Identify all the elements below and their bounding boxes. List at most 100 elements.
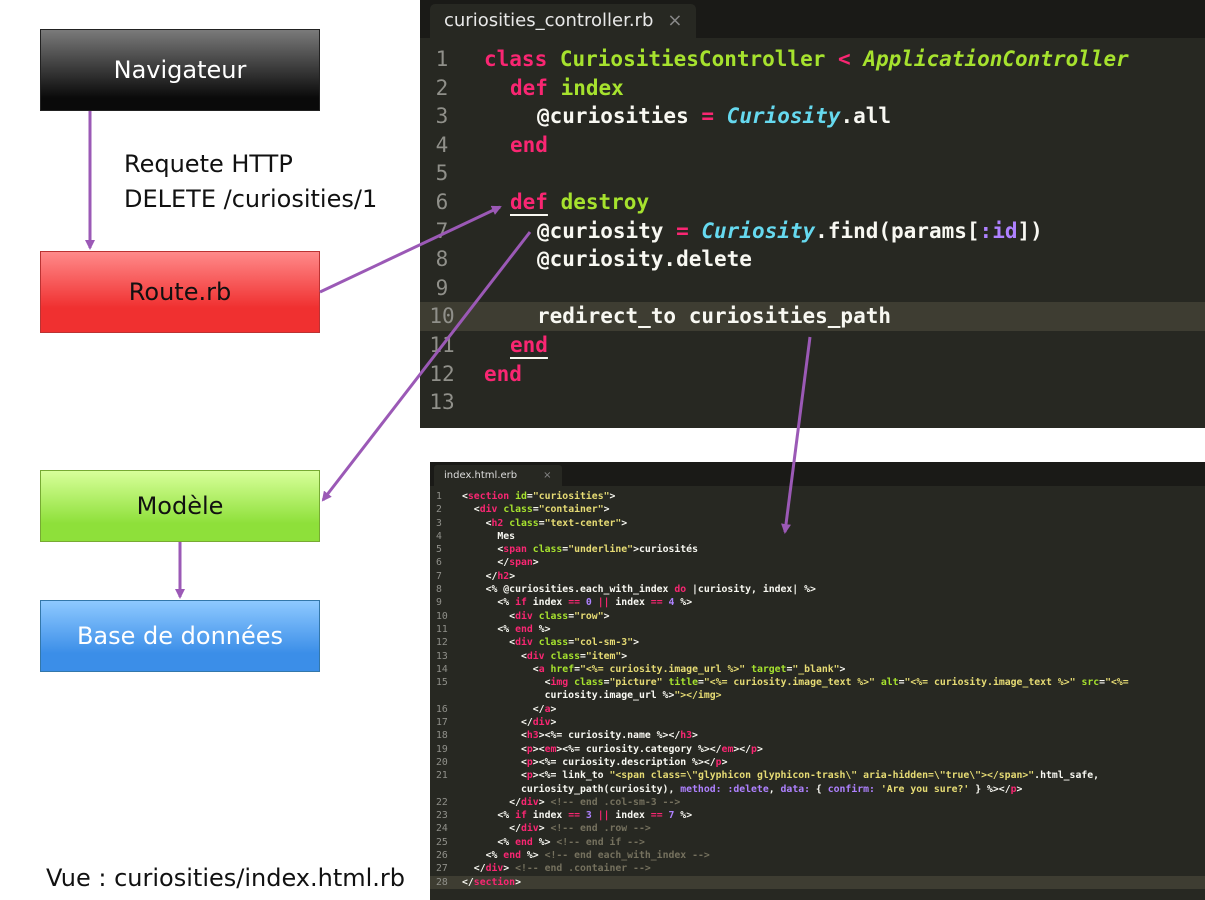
line-number: 26 xyxy=(436,850,448,862)
close-icon[interactable]: × xyxy=(543,470,551,481)
line-number: 11 xyxy=(436,623,448,635)
code-token: @curiosities xyxy=(537,104,702,129)
code-line: 24 </div> <!-- end .row --> xyxy=(430,822,1205,835)
code-line: 11 end xyxy=(420,331,1205,360)
code-token: < xyxy=(838,47,851,71)
code-text: </div> <!-- end .row --> xyxy=(462,823,651,835)
code-line: 6 </span> xyxy=(430,556,1205,569)
code-line: 28 </section> xyxy=(430,875,1205,889)
controller-editor: curiosities_controller.rb × 1 class Curios… xyxy=(420,0,1205,428)
line-number: 14 xyxy=(436,663,448,675)
code-line: 3 @curiosities = Curiosity.all xyxy=(420,102,1205,131)
code-line: 21 <p><%= link_to "<span class=\"glyphic… xyxy=(430,769,1205,782)
line-number: 1 xyxy=(436,491,442,502)
code-line: curiosity.image_url %>"></img> xyxy=(430,689,1205,702)
line-number: 16 xyxy=(436,703,448,715)
code-token: = xyxy=(676,218,689,243)
code-text: <a href="<%= curiosity.image_url %>" tar… xyxy=(462,663,846,675)
code-line: 23 <% if index == 3 || index == 7 %> xyxy=(430,809,1205,822)
code-text: </div> xyxy=(462,717,557,729)
line-number: 8 xyxy=(436,584,442,596)
code-line-current: 10 redirect_to curiosities_path xyxy=(420,302,1205,331)
code-line: curiosity_path(curiosity), method: :dele… xyxy=(430,783,1205,796)
line-number: 5 xyxy=(436,544,442,556)
code-text: <% end %> <!-- end each_with_index --> xyxy=(485,850,710,862)
line-number: 2 xyxy=(435,75,449,100)
code-text: </div> <!-- end .col-sm-3 --> xyxy=(462,796,681,808)
line-number: 7 xyxy=(435,218,449,243)
line-number: 18 xyxy=(436,730,448,742)
route-box: Route.rb xyxy=(40,251,320,333)
code-line: 9 <% if index == 0 || index == 4 %> xyxy=(430,596,1205,609)
line-number: 24 xyxy=(436,823,448,835)
code-line: 2 <div class="container"> xyxy=(430,503,1205,516)
code-line: 13 <div class="item"> xyxy=(430,650,1205,663)
view-code: 1 <section id="curiosities"> 2 <div class=… xyxy=(430,490,1205,889)
line-number: 15 xyxy=(436,677,448,689)
code-text: <% end %> xyxy=(497,623,551,635)
code-text: <div class="item"> xyxy=(462,650,628,662)
navigator-label: Navigateur xyxy=(113,56,247,84)
model-box: Modèle xyxy=(40,470,320,542)
code-text: <% @curiosities.each_with_index do |curi… xyxy=(485,584,816,596)
controller-tab[interactable]: curiosities_controller.rb × xyxy=(430,4,697,38)
line-number: 6 xyxy=(436,557,442,569)
code-text: </span> xyxy=(462,557,539,569)
line-number: 9 xyxy=(436,597,442,609)
line-number: 13 xyxy=(429,390,455,415)
code-line: 1 <section id="curiosities"> xyxy=(430,490,1205,503)
line-number: 3 xyxy=(436,517,442,529)
code-line: 20 <p><%= curiosity.description %></p> xyxy=(430,756,1205,769)
route-label: Route.rb xyxy=(128,278,232,306)
code-line: 4 Mes xyxy=(430,530,1205,543)
code-token: :id xyxy=(979,218,1018,243)
code-text: </div> <!-- end .container --> xyxy=(462,863,651,875)
line-number: 8 xyxy=(435,247,449,272)
request-label-line1: Requete HTTP xyxy=(124,150,293,178)
view-tab-title: index.html.erb xyxy=(444,470,518,481)
code-token: .all xyxy=(840,104,892,129)
code-text: <% if index == 0 || index == 4 %> xyxy=(497,597,693,609)
close-icon[interactable]: × xyxy=(667,10,682,31)
line-number: 4 xyxy=(436,530,442,542)
line-number: 19 xyxy=(436,743,448,755)
code-text: <p><%= link_to "<span class=\"glyphicon … xyxy=(462,770,1100,782)
line-number: 7 xyxy=(436,570,442,582)
line-number: 27 xyxy=(436,863,448,875)
line-number: 10 xyxy=(436,610,448,622)
code-line: 5 xyxy=(420,159,1205,188)
view-tab-bar: index.html.erb × xyxy=(430,462,1205,486)
code-line: 5 <span class="underline">curiosités xyxy=(430,543,1205,556)
code-token: Curiosity xyxy=(688,218,816,243)
view-tab[interactable]: index.html.erb × xyxy=(434,465,562,486)
navigator-box: Navigateur xyxy=(40,29,320,111)
code-line: 18 <h3><%= curiosity.name %></h3> xyxy=(430,729,1205,742)
code-line: 22 </div> <!-- end .col-sm-3 --> xyxy=(430,796,1205,809)
code-token: ApplicationController xyxy=(850,47,1129,71)
code-line: 12 end xyxy=(420,360,1205,389)
line-number: 25 xyxy=(436,836,448,848)
code-text: <h3><%= curiosity.name %></h3> xyxy=(462,730,698,742)
code-token: index xyxy=(547,75,624,100)
line-number: 23 xyxy=(436,810,448,822)
controller-tab-title: curiosities_controller.rb xyxy=(444,10,654,31)
line-number: 6 xyxy=(435,189,449,214)
code-text: <h2 class="text-center"> xyxy=(462,517,628,529)
code-line: 8 @curiosity.delete xyxy=(420,245,1205,274)
code-text: </section> xyxy=(462,876,521,888)
code-line: 12 <div class="col-sm-3"> xyxy=(430,636,1205,649)
code-line: 1 class CuriositiesController < Applicati… xyxy=(420,45,1205,74)
code-text: <span class="underline">curiosités xyxy=(462,544,698,556)
code-text: <div class="container"> xyxy=(462,504,610,516)
line-number: 10 xyxy=(429,304,455,329)
line-number: 5 xyxy=(435,161,449,186)
code-token: end xyxy=(510,132,548,157)
request-label-line2: DELETE /curiosities/1 xyxy=(124,185,378,213)
code-token: def xyxy=(510,189,548,214)
code-token: destroy xyxy=(547,189,650,214)
code-token: @curiosity xyxy=(537,218,677,243)
code-token: def xyxy=(510,75,548,100)
view-editor: index.html.erb × 1 <section id="curiositie… xyxy=(430,462,1205,900)
code-text: <div class="row"> xyxy=(462,610,610,622)
code-token: redirect_to curiosities_path xyxy=(537,304,892,329)
